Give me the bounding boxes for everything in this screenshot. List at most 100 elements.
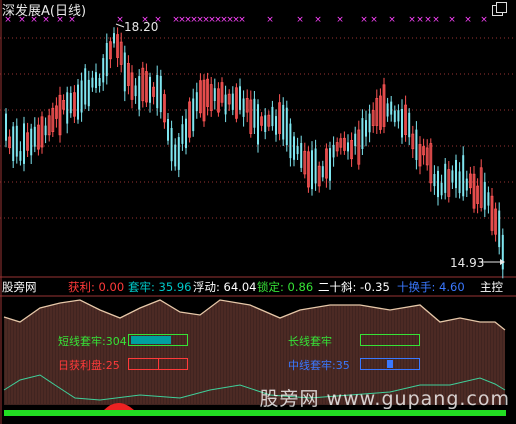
- candle-body: [15, 125, 18, 157]
- candle-body: [368, 113, 371, 133]
- indicator-item-0: 获利: 0.00: [68, 279, 124, 295]
- candle-body: [87, 79, 90, 107]
- candle-body: [231, 93, 234, 110]
- candle-body: [332, 144, 335, 158]
- indicator-value: 0.86: [283, 280, 314, 294]
- indicator-bar: 股旁网 获利: 0.00 套牢: 35.96 浮动: 64.04 锁定: 0.86 二十…: [0, 279, 516, 295]
- candle-body: [98, 78, 101, 86]
- candle-body: [354, 133, 357, 147]
- candle-body: [33, 126, 36, 147]
- candle-body: [138, 76, 141, 110]
- cross-marker: ×: [68, 15, 76, 25]
- candle-body: [433, 174, 436, 187]
- candle-body: [80, 80, 83, 113]
- cross-marker: ×: [448, 15, 456, 25]
- candle-body: [123, 52, 126, 92]
- candle-body: [444, 163, 447, 193]
- candle-body: [458, 171, 461, 194]
- candle-body: [30, 128, 33, 156]
- candle-body: [321, 166, 324, 178]
- candle-body: [401, 109, 403, 138]
- candle-body: [170, 128, 173, 162]
- candle-body: [44, 125, 47, 136]
- candle-body: [213, 88, 216, 101]
- candle-body: [224, 94, 227, 115]
- indicator-item-1: 套牢: 35.96: [128, 279, 191, 295]
- candle-body: [415, 129, 418, 160]
- cross-marker: ×: [464, 15, 472, 25]
- candle-body: [95, 72, 97, 88]
- long-trap-meter: [360, 334, 420, 346]
- candle-body: [91, 77, 94, 88]
- candle-body: [167, 119, 169, 141]
- indicator-label: 十换手:: [397, 280, 436, 294]
- cross-marker: ×: [42, 15, 50, 25]
- candle-body: [311, 150, 313, 190]
- candle-body: [408, 112, 411, 138]
- candle-body: [149, 76, 151, 103]
- day-profit-meter: [128, 358, 188, 370]
- candle-body: [134, 85, 137, 97]
- candle-body: [314, 148, 317, 184]
- candle-body: [365, 120, 367, 137]
- candle-body: [386, 103, 389, 117]
- indicator-label: 套牢:: [128, 280, 155, 294]
- indicator-label: 二十斜:: [318, 280, 357, 294]
- low-price-label: 14.93: [450, 256, 485, 270]
- indicator-name[interactable]: 股旁网: [2, 279, 37, 295]
- indicator-value: 35.96: [154, 280, 192, 294]
- candle-body: [23, 123, 25, 164]
- cross-marker: ×: [296, 15, 304, 25]
- candle-body: [397, 110, 400, 122]
- candle-body: [300, 143, 303, 168]
- indicator-item-4: 二十斜: -0.35: [318, 279, 390, 295]
- day-profit-label: 日获利盘:25: [58, 359, 120, 372]
- candle-body: [455, 160, 457, 189]
- indicator-value: 64.04: [219, 280, 257, 294]
- candle-body: [69, 93, 72, 114]
- candle-body: [293, 136, 295, 160]
- candle-body: [113, 33, 115, 44]
- cross-marker: ×: [360, 15, 368, 25]
- candle-body: [177, 137, 180, 170]
- watermark: 股旁网 www.gupang.com: [259, 388, 510, 410]
- indicator-label: 浮动:: [193, 280, 220, 294]
- candle-body: [390, 101, 393, 115]
- mid-trap-meter: [360, 358, 420, 370]
- mid-trap-label: 中线套牢:35: [288, 359, 350, 372]
- indicator-label: 锁定:: [257, 280, 284, 294]
- cross-marker: ×: [314, 15, 322, 25]
- candle-body: [289, 123, 292, 159]
- candle-body: [501, 234, 504, 270]
- candle-body: [347, 142, 349, 152]
- candle-body: [195, 92, 198, 112]
- cross-marker: ×: [370, 15, 378, 25]
- indicator-label: 获利:: [68, 280, 95, 294]
- candle-body: [77, 84, 79, 120]
- indicator-value: 0.00: [94, 280, 125, 294]
- candle-body: [498, 210, 501, 248]
- candle-body: [275, 116, 277, 135]
- candle-body: [156, 75, 159, 109]
- candle-body: [12, 126, 15, 161]
- short-trap-label: 短线套牢:304: [58, 335, 127, 348]
- candle-body: [440, 182, 443, 196]
- candle-body: [181, 124, 184, 144]
- cross-marker: ×: [18, 15, 26, 25]
- candle-body: [5, 113, 7, 141]
- candle-body: [253, 98, 256, 128]
- candle-body: [296, 146, 299, 155]
- cross-marker: ×: [116, 15, 124, 25]
- candle-body: [257, 104, 259, 145]
- candle-body: [159, 75, 162, 113]
- indicator-suffix[interactable]: 主控: [480, 279, 503, 295]
- indicator-item-3: 锁定: 0.86: [257, 279, 313, 295]
- cross-marker: ×: [4, 15, 12, 25]
- candle-body: [329, 148, 331, 181]
- candle-body: [102, 58, 105, 83]
- cross-marker: ×: [480, 15, 488, 25]
- candle-body: [264, 115, 267, 132]
- candle-body: [361, 118, 364, 149]
- candle-body: [192, 98, 195, 132]
- indicator-item-2: 浮动: 64.04: [193, 279, 256, 295]
